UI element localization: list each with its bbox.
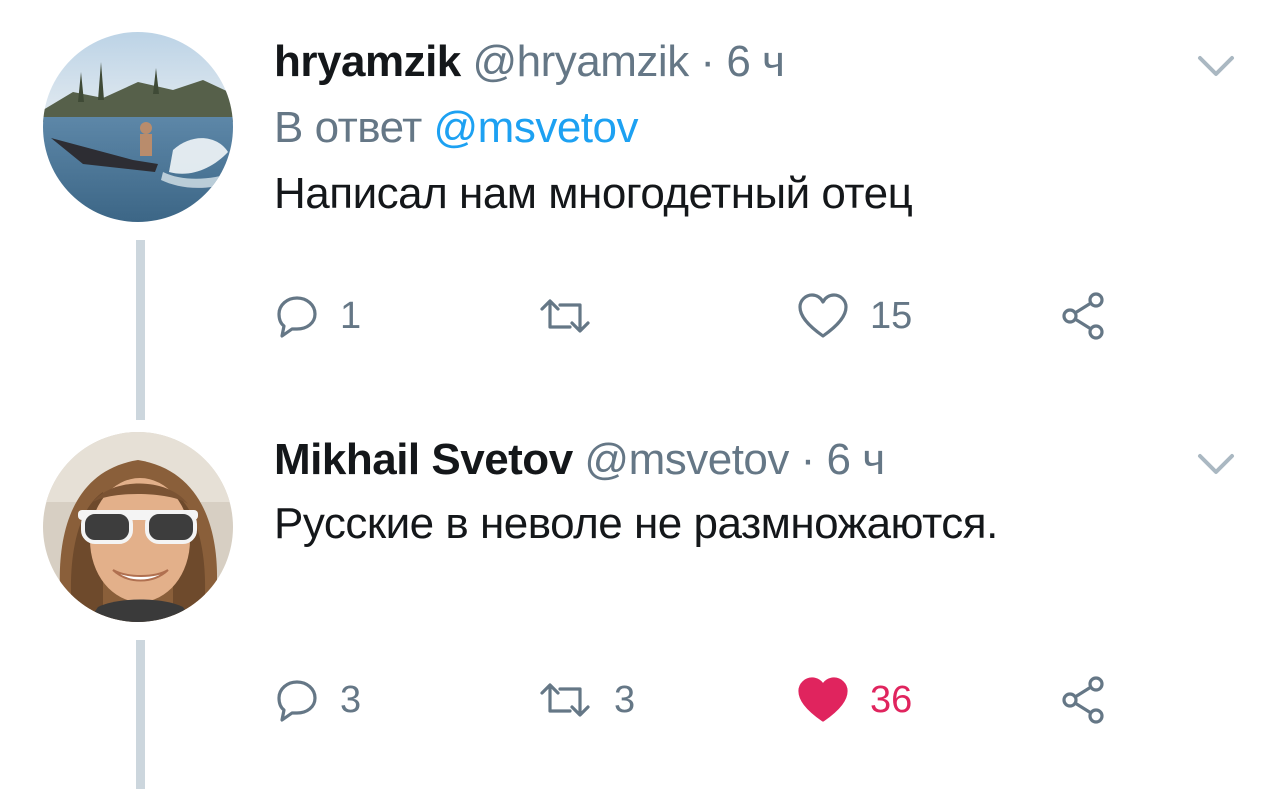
tweet-content: Mikhail Svetov @msvetov · 6 ч Русские в … [274,434,1220,550]
tweet[interactable]: hryamzik @hryamzik · 6 ч В ответ @msveto… [0,0,1280,400]
chevron-down-icon[interactable] [1196,450,1236,478]
avatar[interactable] [43,32,233,222]
share-icon [1058,674,1110,726]
reply-icon [274,293,320,339]
tweet-header: hryamzik @hryamzik · 6 ч [274,36,1220,88]
tweet-actions: 3 3 36 [274,672,1124,728]
author-handle[interactable]: @hryamzik [473,37,690,86]
like-count: 36 [870,679,913,721]
reply-count: 3 [340,679,362,721]
separator-dot: · [800,435,816,484]
share-icon [1058,290,1110,342]
reply-button[interactable]: 1 [274,288,361,344]
author-name[interactable]: Mikhail Svetov [274,435,573,484]
tweet-text: Написал нам многодетный отец [274,169,913,218]
timestamp[interactable]: 6 ч [726,37,785,86]
timestamp[interactable]: 6 ч [827,435,886,484]
like-count: 15 [870,295,913,337]
tweet-content: hryamzik @hryamzik · 6 ч В ответ @msveto… [274,36,1220,220]
tweet[interactable]: Mikhail Svetov @msvetov · 6 ч Русские в … [0,420,1280,789]
share-button[interactable] [1058,288,1110,344]
retweet-icon [536,677,594,723]
like-button[interactable]: 15 [796,288,912,344]
tweet-header: Mikhail Svetov @msvetov · 6 ч [274,434,1220,486]
like-button[interactable]: 36 [796,672,912,728]
separator-dot: · [700,37,715,86]
author-name[interactable]: hryamzik [274,37,461,86]
tweet-thread: hryamzik @hryamzik · 6 ч В ответ @msveto… [0,0,1280,789]
reply-label: В ответ [274,103,422,152]
retweet-icon [536,293,594,339]
chevron-down-icon[interactable] [1196,52,1236,80]
retweet-button[interactable]: 3 [536,672,635,728]
retweet-count: 3 [614,679,636,721]
reply-context: В ответ @msvetov [274,102,1220,154]
share-button[interactable] [1058,672,1110,728]
heart-icon [796,676,850,724]
reply-button[interactable]: 3 [274,672,361,728]
tweet-actions: 1 15 [274,288,1124,344]
reply-mention-link[interactable]: @msvetov [434,103,639,152]
avatar[interactable] [43,432,233,622]
reply-count: 1 [340,295,362,337]
tweet-text: Русские в неволе не размножаются. [274,499,998,548]
retweet-button[interactable] [536,288,614,344]
reply-icon [274,677,320,723]
author-handle[interactable]: @msvetov [584,435,789,484]
heart-icon [796,292,850,340]
